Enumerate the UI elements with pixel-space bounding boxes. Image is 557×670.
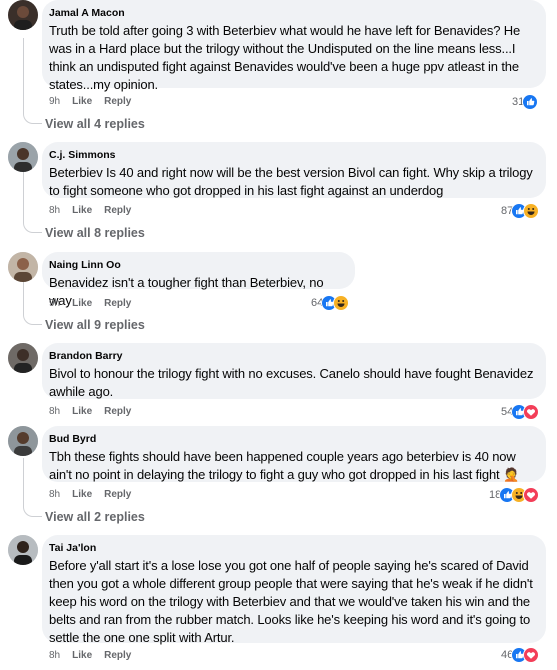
comment-actions: 8h Like Reply: [49, 205, 143, 217]
like-button[interactable]: Like: [72, 406, 92, 418]
comment-author[interactable]: Tai Ja'lon: [49, 542, 535, 554]
thread-line: [23, 458, 24, 506]
comment-timestamp[interactable]: 9h: [49, 298, 60, 310]
comment-bubble: Brandon Barry Bivol to honour the trilog…: [42, 343, 546, 399]
avatar[interactable]: [8, 0, 38, 30]
avatar[interactable]: [8, 252, 38, 282]
comment-text: Beterbiev Is 40 and right now will be th…: [49, 165, 533, 198]
haha-icon: [333, 295, 350, 311]
comment-author[interactable]: Jamal A Macon: [49, 7, 535, 19]
thread-elbow: [23, 222, 42, 233]
like-icon: [522, 94, 539, 110]
comment-text: Bivol to honour the trilogy fight with n…: [49, 366, 534, 399]
love-icon: [523, 487, 540, 503]
comment-bubble: Jamal A Macon Truth be told after going …: [42, 0, 546, 92]
reply-button[interactable]: Reply: [104, 406, 131, 418]
comment-actions: 9h Like Reply: [49, 298, 143, 310]
reaction-summary[interactable]: 46: [501, 647, 540, 663]
comment-text: Before y'all start it's a lose lose you …: [49, 558, 533, 645]
reply-button[interactable]: Reply: [104, 96, 131, 108]
like-button[interactable]: Like: [72, 650, 92, 662]
comment-author[interactable]: Naing Linn Oo: [49, 259, 344, 271]
thread-line: [23, 282, 24, 314]
comment-author[interactable]: C.j. Simmons: [49, 149, 535, 161]
view-replies-link[interactable]: View all 4 replies: [45, 117, 145, 131]
thread-elbow: [23, 314, 42, 325]
comment-text: Truth be told after going 3 with Beterbi…: [49, 23, 521, 92]
thread-line: [23, 38, 24, 113]
reply-button[interactable]: Reply: [104, 205, 131, 217]
thread-elbow: [23, 506, 42, 517]
avatar[interactable]: [8, 142, 38, 172]
reaction-summary[interactable]: 64: [311, 295, 350, 311]
love-icon: [523, 647, 540, 663]
like-button[interactable]: Like: [72, 205, 92, 217]
avatar[interactable]: [8, 535, 38, 565]
comment-timestamp[interactable]: 8h: [49, 205, 60, 217]
like-button[interactable]: Like: [72, 96, 92, 108]
comment-bubble: Bud Byrd Tbh these fights should have be…: [42, 426, 546, 482]
thread-line: [23, 172, 24, 222]
comment-text: Tbh these fights should have been happen…: [49, 449, 520, 482]
comment-author[interactable]: Brandon Barry: [49, 350, 535, 362]
reply-button[interactable]: Reply: [104, 650, 131, 662]
reply-button[interactable]: Reply: [104, 298, 131, 310]
haha-icon: [523, 203, 540, 219]
thread-elbow: [23, 113, 42, 124]
reaction-summary[interactable]: 18: [489, 487, 540, 503]
comment-timestamp[interactable]: 8h: [49, 489, 60, 501]
comment-timestamp[interactable]: 9h: [49, 96, 60, 108]
reply-button[interactable]: Reply: [104, 489, 131, 501]
reaction-summary[interactable]: 54: [501, 404, 540, 420]
comment-actions: 8h Like Reply: [49, 406, 143, 418]
comment-bubble: Tai Ja'lon Before y'all start it's a los…: [42, 535, 546, 645]
comment-bubble: C.j. Simmons Beterbiev Is 40 and right n…: [42, 142, 546, 198]
view-replies-link[interactable]: View all 9 replies: [45, 318, 145, 332]
reaction-summary[interactable]: 87: [501, 203, 540, 219]
view-replies-link[interactable]: View all 8 replies: [45, 226, 145, 240]
avatar[interactable]: [8, 426, 38, 456]
comment-actions: 8h Like Reply: [49, 650, 143, 662]
comment-bubble: Naing Linn Oo Benavidez isn't a tougher …: [42, 252, 355, 308]
comment-timestamp[interactable]: 8h: [49, 650, 60, 662]
love-icon: [523, 404, 540, 420]
comment-author[interactable]: Bud Byrd: [49, 433, 535, 445]
comment-timestamp[interactable]: 8h: [49, 406, 60, 418]
comment-actions: 8h Like Reply: [49, 489, 143, 501]
like-button[interactable]: Like: [72, 489, 92, 501]
reaction-summary[interactable]: 31: [512, 94, 539, 110]
like-button[interactable]: Like: [72, 298, 92, 310]
comment-actions: 9h Like Reply: [49, 96, 143, 108]
avatar[interactable]: [8, 343, 38, 373]
view-replies-link[interactable]: View all 2 replies: [45, 510, 145, 524]
